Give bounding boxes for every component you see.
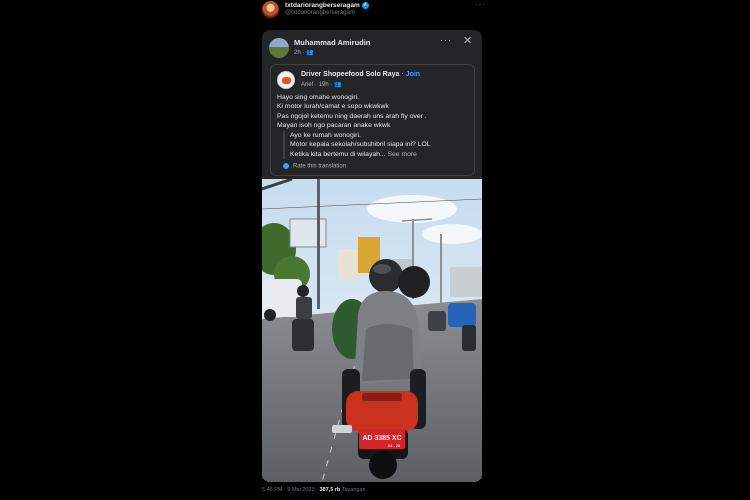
author-avatar[interactable] <box>269 38 289 58</box>
translation-line: Motor kepala sekolah/subshibril siapa in… <box>290 141 431 149</box>
translation-line: Ketika kita bertemu di wilayah... See mo… <box>290 150 473 159</box>
tweet-timestamp[interactable]: 5.46 PM · 9 Mei 2023 <box>262 487 315 493</box>
see-more-link[interactable]: See more <box>387 151 416 158</box>
translation-block: Ayo ke rumah wonogiri. Motor kepala seko… <box>283 131 473 160</box>
license-plate-expiry: 04 - 28 <box>388 443 401 448</box>
post-line: Mayan isoh ngo pacaran anake wkwk <box>277 122 391 130</box>
license-plate-number: AD 3385 XC <box>362 435 401 442</box>
post-line: Pas ngojol ketemu ning daerah uns arah f… <box>277 112 427 120</box>
rate-translation[interactable]: Rate this translation <box>283 163 346 170</box>
shared-post-meta: Arief · 19h · 👥 <box>301 81 342 88</box>
tweet-footer: 5.46 PM · 9 Mei 2023 · 387,5 rb Tayangan <box>262 487 366 493</box>
verified-badge-icon: ✓ <box>361 2 369 9</box>
views-count: 387,5 rb <box>319 487 341 493</box>
post-line: Ki motor lurah/camat e sopo wkwkwk <box>277 103 389 111</box>
group-avatar[interactable] <box>277 71 295 89</box>
tweet-header: txtdariorangberseragam ✓ @txtdariorangber… <box>262 0 492 20</box>
post-line: Hayo sing omahe wonogiri. <box>277 94 359 101</box>
tweet-display-name-text[interactable]: txtdariorangberseragam <box>285 2 360 9</box>
group-name[interactable]: Driver Shopeefood Solo Raya <box>301 71 399 78</box>
more-options-icon[interactable]: ··· <box>440 35 452 45</box>
post-photo[interactable]: AD 3385 XC 04 - 28 <box>262 179 482 482</box>
facebook-post-card: Muhammad Amirudin 2h · 👥 ··· ✕ Driver Sh… <box>262 30 482 482</box>
tweet-display-name[interactable]: txtdariorangberseragam ✓ <box>285 2 369 9</box>
tweet-more-icon[interactable]: ··· <box>475 0 486 9</box>
translate-icon <box>283 163 289 169</box>
post-text: Hayo sing omahe wonogiri. Ki motor lurah… <box>277 93 472 131</box>
translation-line: Ayo ke rumah wonogiri. <box>290 132 361 139</box>
friends-icon: 👥 <box>306 50 314 56</box>
translation-last-text: Ketika kita bertemu di wilayah... <box>290 150 388 158</box>
street-photo-illustration: AD 3385 XC 04 - 28 <box>262 179 482 482</box>
post-meta: 2h · 👥 <box>294 49 314 56</box>
group-name-line: Driver Shopeefood Solo Raya · Join <box>301 71 420 78</box>
post-time[interactable]: 2h · <box>294 50 306 56</box>
shared-post-author[interactable]: Arief · 19h · <box>301 82 334 88</box>
close-icon[interactable]: ✕ <box>463 34 472 47</box>
rate-translation-label[interactable]: Rate this translation <box>293 164 346 170</box>
shared-post: Driver Shopeefood Solo Raya · Join Arief… <box>270 64 475 176</box>
group-icon: 👥 <box>334 82 342 88</box>
tweet-handle[interactable]: @txtdariorangberseragam <box>285 10 355 16</box>
views-label: Tayangan <box>341 487 366 493</box>
join-link[interactable]: Join <box>406 71 420 78</box>
tweet-avatar[interactable] <box>262 1 279 18</box>
post-author-name[interactable]: Muhammad Amirudin <box>294 38 370 47</box>
